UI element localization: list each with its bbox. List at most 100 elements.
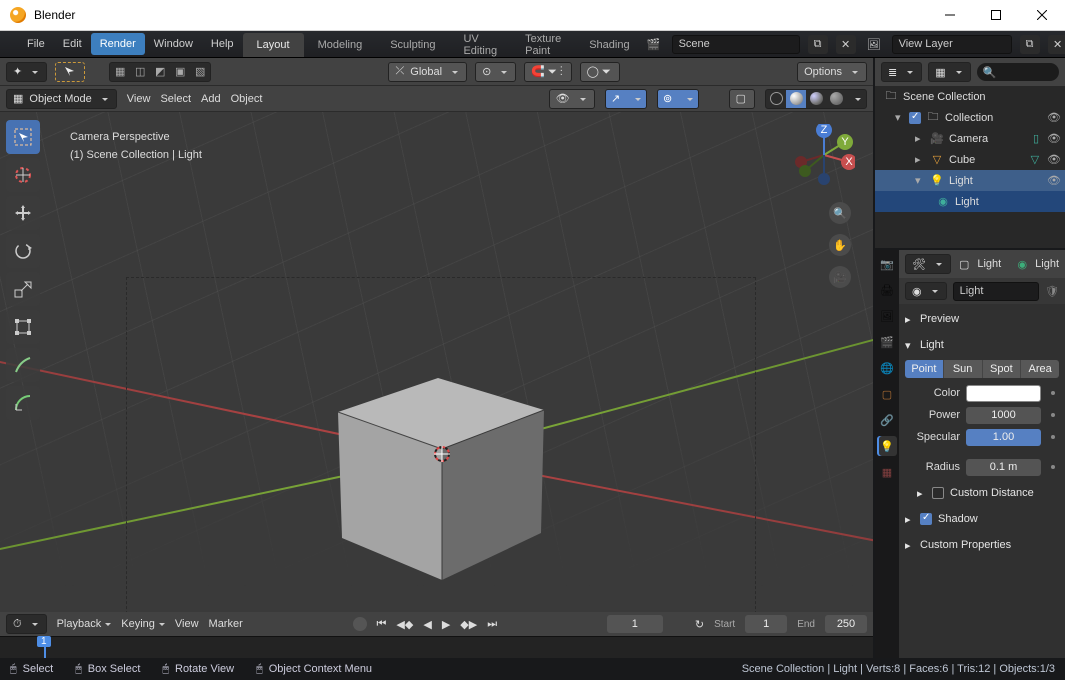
light-power-field[interactable]: 1000 bbox=[966, 407, 1041, 424]
outliner[interactable]: 🗀 Scene Collection ▾ 🗀 Collection 👁 ▸ 🎥 … bbox=[875, 86, 1065, 248]
menu-view[interactable]: View bbox=[127, 93, 151, 105]
menu-edit[interactable]: Edit bbox=[54, 33, 91, 55]
light-type-sun[interactable]: Sun bbox=[943, 360, 982, 378]
outliner-scene-collection[interactable]: 🗀 Scene Collection bbox=[875, 86, 1065, 107]
keyframe-dot-icon[interactable] bbox=[1051, 391, 1055, 395]
select-mode-3[interactable]: ◩ bbox=[150, 63, 170, 81]
scene-new-icon[interactable]: ⧉ bbox=[808, 35, 828, 54]
tab-texture[interactable]: ▦ bbox=[877, 462, 897, 482]
overlay-options[interactable] bbox=[678, 90, 698, 108]
select-mode-group[interactable]: ▦ ◫ ◩ ▣ ▧ bbox=[109, 62, 211, 82]
gizmo-toggle-group[interactable]: ↗ bbox=[605, 89, 647, 109]
light-type-area[interactable]: Area bbox=[1020, 360, 1059, 378]
viewlayer-unlink-icon[interactable]: ✕ bbox=[1048, 35, 1065, 54]
nav-gizmo[interactable]: X Y Z bbox=[793, 124, 855, 186]
tool-transform[interactable] bbox=[6, 310, 40, 344]
3d-viewport[interactable]: Camera Perspective (1) Scene Collection … bbox=[0, 112, 873, 612]
light-radius-field[interactable]: 0.1 m bbox=[966, 459, 1041, 476]
menu-add[interactable]: Add bbox=[201, 93, 221, 105]
viewlayer-new-icon[interactable]: ⧉ bbox=[1020, 35, 1040, 54]
overlay-toggle[interactable]: ⊚ bbox=[658, 90, 678, 108]
window-minimize-button[interactable] bbox=[927, 0, 973, 30]
frame-start[interactable]: 1 bbox=[745, 615, 787, 633]
tool-select-box[interactable] bbox=[6, 120, 40, 154]
keyframe-dot-icon[interactable] bbox=[1051, 413, 1055, 417]
workspace-tab-sculpting[interactable]: Sculpting bbox=[376, 33, 449, 57]
playhead[interactable] bbox=[44, 637, 46, 658]
zoom-gizmo[interactable]: 🔍 bbox=[829, 202, 851, 224]
light-type-point[interactable]: Point bbox=[905, 360, 943, 378]
menu-file[interactable]: File bbox=[18, 33, 54, 55]
camera-data-icon[interactable]: ▯ bbox=[1033, 132, 1039, 145]
jump-start-icon[interactable]: ⏮ bbox=[377, 618, 387, 631]
proportional-edit[interactable]: ◯ ⏷ bbox=[580, 62, 620, 82]
snap-toggle[interactable]: 🧲 ⏷ ⋮ bbox=[524, 62, 571, 82]
tab-output[interactable]: 🖨 bbox=[877, 280, 897, 300]
scene-browse-icon[interactable]: 🎬 bbox=[644, 35, 664, 54]
play-fwd-icon[interactable]: ▶ bbox=[442, 618, 450, 631]
pan-gizmo[interactable]: ✋ bbox=[829, 234, 851, 256]
tab-constraints[interactable]: 🔗 bbox=[877, 410, 897, 430]
panel-light[interactable]: ▾Light bbox=[905, 334, 1059, 356]
disclosure-triangle-icon[interactable]: ▾ bbox=[895, 111, 905, 124]
datablock-browser[interactable]: ◉ bbox=[905, 282, 947, 300]
light-type-spot[interactable]: Spot bbox=[982, 360, 1021, 378]
tab-object-data[interactable]: 💡 bbox=[877, 436, 897, 456]
tab-render[interactable]: 📷 bbox=[877, 254, 897, 274]
tool-scale[interactable] bbox=[6, 272, 40, 306]
outliner-camera[interactable]: ▸ 🎥 Camera ▯ 👁 bbox=[875, 128, 1065, 149]
shading-mode-group[interactable] bbox=[765, 89, 867, 109]
tool-rotate[interactable] bbox=[6, 234, 40, 268]
tab-world[interactable]: 🌐 bbox=[877, 358, 897, 378]
tab-viewlayer[interactable]: 🖼 bbox=[877, 306, 897, 326]
gizmo-options[interactable] bbox=[626, 90, 646, 108]
tool-annotate[interactable] bbox=[6, 348, 40, 382]
eye-icon[interactable]: 👁 bbox=[1047, 111, 1061, 124]
transform-orientation[interactable]: ⤫Global bbox=[388, 62, 467, 82]
gizmo-toggle[interactable]: ↗ bbox=[606, 90, 626, 108]
crumb-data[interactable]: Light bbox=[1035, 258, 1059, 270]
mode-dropdown[interactable]: ▦ Object Mode bbox=[6, 89, 117, 109]
light-specular-field[interactable]: 1.00 bbox=[966, 429, 1041, 446]
timeline-view[interactable]: View bbox=[175, 618, 199, 630]
outliner-display-mode[interactable]: ▦ bbox=[928, 62, 970, 82]
window-close-button[interactable] bbox=[1019, 0, 1065, 30]
workspace-tab-modeling[interactable]: Modeling bbox=[304, 33, 377, 57]
shield-icon[interactable]: 🛡 bbox=[1045, 285, 1059, 298]
frame-end[interactable]: 250 bbox=[825, 615, 867, 633]
workspace-tab-shading[interactable]: Shading bbox=[575, 33, 643, 57]
visibility-dropdown[interactable]: 👁 bbox=[549, 89, 595, 109]
tool-measure[interactable] bbox=[6, 386, 40, 420]
xray-toggle[interactable]: ▢ bbox=[729, 89, 755, 109]
viewlayer-field[interactable]: View Layer bbox=[892, 35, 1012, 54]
outliner-collection[interactable]: ▾ 🗀 Collection 👁 bbox=[875, 107, 1065, 128]
eye-icon[interactable]: 👁 bbox=[1047, 153, 1061, 166]
menu-select[interactable]: Select bbox=[160, 93, 191, 105]
shading-material[interactable] bbox=[806, 90, 826, 108]
outliner-cube[interactable]: ▸ ▽ Cube ▽ 👁 bbox=[875, 149, 1065, 170]
collection-enable-checkbox[interactable] bbox=[909, 112, 921, 124]
editor-type-dropdown[interactable]: ✦ bbox=[6, 62, 47, 82]
keyframe-prev-icon[interactable]: ◀◆ bbox=[396, 618, 413, 631]
play-rev-icon[interactable]: ◀ bbox=[423, 618, 431, 631]
mesh-data-icon[interactable]: ▽ bbox=[1031, 153, 1039, 166]
options-dropdown[interactable]: Options bbox=[797, 62, 867, 82]
autokey-icon[interactable] bbox=[353, 617, 367, 631]
datablock-name-field[interactable]: Light bbox=[953, 282, 1039, 301]
overlay-toggle-group[interactable]: ⊚ bbox=[657, 89, 699, 109]
timeline-editor-type[interactable]: ⏱ bbox=[6, 614, 47, 634]
scene-unlink-icon[interactable]: ✕ bbox=[836, 35, 856, 54]
window-maximize-button[interactable] bbox=[973, 0, 1019, 30]
panel-preview[interactable]: ▸Preview bbox=[905, 308, 1059, 330]
shading-wire[interactable] bbox=[766, 90, 786, 108]
timeline-track[interactable] bbox=[0, 636, 873, 658]
jump-end-icon[interactable]: ⏭ bbox=[487, 618, 497, 631]
viewlayer-icon[interactable]: 🖼 bbox=[864, 35, 884, 54]
eye-icon[interactable]: 👁 bbox=[1047, 174, 1061, 187]
panel-custom-props[interactable]: ▸Custom Properties bbox=[905, 534, 1059, 556]
camera-gizmo[interactable]: 🎥 bbox=[829, 266, 851, 288]
light-type-enum[interactable]: Point Sun Spot Area bbox=[905, 360, 1059, 378]
panel-shadow[interactable]: ▸ Shadow bbox=[905, 508, 1059, 530]
keyframe-dot-icon[interactable] bbox=[1051, 465, 1055, 469]
select-box-tool[interactable] bbox=[55, 62, 85, 82]
